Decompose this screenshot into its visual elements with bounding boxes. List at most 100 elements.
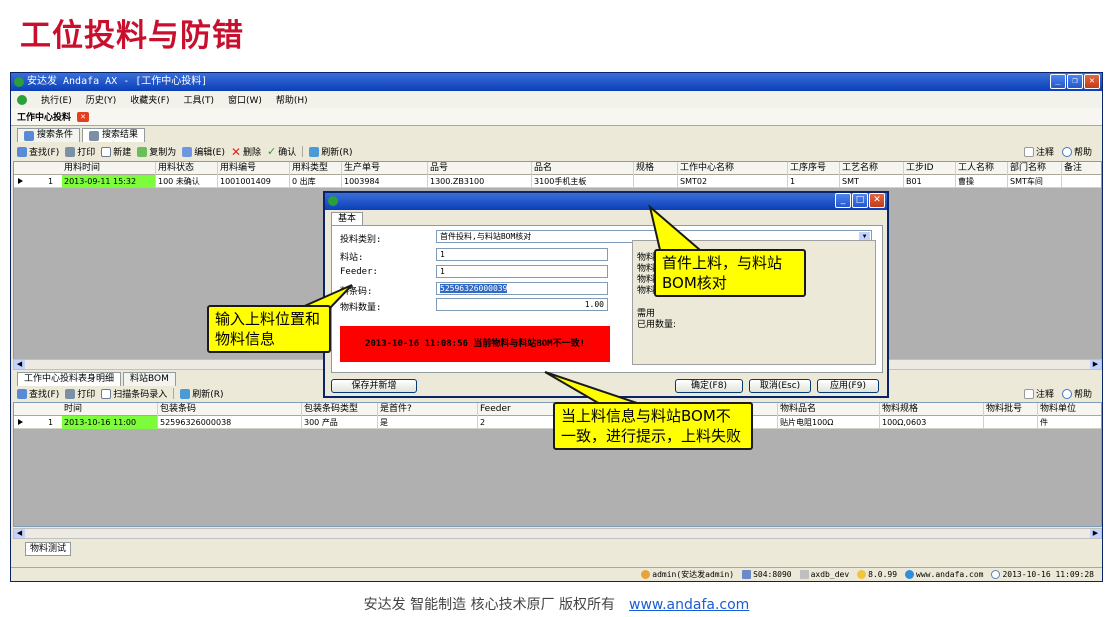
col-header[interactable]: 部门名称 [1008, 162, 1062, 175]
edit-button[interactable]: 编辑(E) [182, 145, 225, 158]
cell-time[interactable]: 2013-10-16 11:00 [62, 416, 158, 429]
menu-favorites[interactable]: 收藏夹(F) [130, 93, 169, 106]
apply-button[interactable]: 应用(F9) [817, 379, 879, 393]
refresh-button[interactable]: 刷新(R) [309, 145, 353, 158]
cell-op-seq[interactable]: 1 [788, 175, 840, 188]
col-header[interactable]: 工序序号 [788, 162, 840, 175]
cell-mat-unit[interactable]: 件 [1038, 416, 1101, 429]
col-header[interactable]: 是首件? [378, 403, 478, 416]
cell-worker[interactable]: 曹操 [956, 175, 1008, 188]
new-button[interactable]: 新建 [101, 145, 131, 158]
menu-help[interactable]: 帮助(H) [276, 93, 308, 106]
cell-code[interactable]: 1001001409 [218, 175, 290, 188]
tab-search-results[interactable]: 搜索结果 [82, 128, 146, 142]
document-tab[interactable]: 工作中心投料 [17, 110, 71, 123]
col-header[interactable]: 生产单号 [342, 162, 428, 175]
cell-wc-name[interactable]: SMT02 [678, 175, 788, 188]
cell-mat-name[interactable]: 贴片电阻100Ω [778, 416, 880, 429]
status-version: 8.0.99 [857, 570, 897, 579]
menu-tools[interactable]: 工具(T) [183, 93, 214, 106]
restore-icon[interactable]: ❐ [1067, 74, 1083, 89]
cancel-button[interactable]: 取消(Esc) [749, 379, 811, 393]
menu-history[interactable]: 历史(Y) [86, 93, 117, 106]
tab-basic[interactable]: 基本 [331, 212, 364, 225]
tab-material-test[interactable]: 物料测试 [25, 542, 72, 556]
cell-item-no[interactable]: 1300.ZB3100 [428, 175, 532, 188]
cell-first[interactable]: 是 [378, 416, 478, 429]
col-header[interactable]: 用料时间 [62, 162, 156, 175]
dialog-minimize-icon[interactable]: _ [835, 193, 851, 208]
print-button[interactable]: 打印 [65, 145, 95, 158]
barcode-input[interactable]: 52596326000039 [436, 282, 608, 295]
cell-craft[interactable]: SMT [840, 175, 904, 188]
col-header[interactable]: 用料类型 [290, 162, 342, 175]
document-tab-close-icon[interactable]: ✕ [77, 111, 90, 122]
feeder-input[interactable]: 1 [436, 265, 608, 278]
help-button[interactable]: 帮助 [1061, 145, 1092, 158]
col-header[interactable]: 物料品名 [778, 403, 880, 416]
detail-find-button[interactable]: 查找(F) [17, 387, 59, 400]
note-button[interactable]: 注释 [1023, 145, 1054, 158]
delete-button[interactable]: ✕ 删除 [231, 145, 261, 159]
menu-execute[interactable]: 执行(E) [41, 93, 72, 106]
col-header[interactable]: 物料批号 [984, 403, 1038, 416]
col-header[interactable]: 规格 [634, 162, 678, 175]
col-header[interactable]: 工作中心名称 [678, 162, 788, 175]
cell-mat-spec[interactable]: 100Ω,0603 [880, 416, 984, 429]
cell-step-id[interactable]: B01 [904, 175, 956, 188]
scroll-right-icon[interactable]: ▶ [1090, 360, 1101, 369]
dialog-close-icon[interactable]: ✕ [869, 193, 885, 208]
find-button[interactable]: 查找(F) [17, 145, 59, 158]
cell-barcode-type[interactable]: 300 产品 [302, 416, 378, 429]
ok-button[interactable]: 确定(F8) [675, 379, 743, 393]
cell-type[interactable]: 0 出库 [290, 175, 342, 188]
dialog-maximize-icon[interactable]: □ [852, 193, 868, 208]
confirm-button[interactable]: ✓ 确认 [267, 145, 296, 159]
copy-as-button[interactable]: 复制为 [137, 145, 176, 158]
cell-order[interactable]: 1003984 [342, 175, 428, 188]
save-and-new-button[interactable]: 保存并新增 [331, 379, 417, 393]
col-header[interactable]: 包装条码 [158, 403, 302, 416]
cell-time[interactable]: 2013-09-11 15:32 [62, 175, 156, 188]
detail-note-button[interactable]: 注释 [1023, 387, 1054, 400]
col-header[interactable]: 工步ID [904, 162, 956, 175]
clock-icon [991, 570, 1001, 579]
col-header[interactable]: 用料状态 [156, 162, 218, 175]
scroll-left-icon[interactable]: ◀ [14, 529, 25, 538]
menu-window[interactable]: 窗口(W) [228, 93, 262, 106]
station-input[interactable]: 1 [436, 248, 608, 261]
col-header[interactable]: 品名 [532, 162, 634, 175]
tab-search-conditions[interactable]: 搜索条件 [17, 128, 81, 142]
bottom-grid-hscrollbar[interactable]: ◀ ▶ [13, 528, 1102, 539]
col-header[interactable]: 备注 [1062, 162, 1101, 175]
col-header[interactable]: 用料编号 [218, 162, 290, 175]
col-header[interactable]: 物料规格 [880, 403, 984, 416]
cell-dept[interactable]: SMT车间 [1008, 175, 1062, 188]
cell-barcode[interactable]: 52596326000038 [158, 416, 302, 429]
printer-icon [65, 146, 76, 157]
cell-remark[interactable] [1062, 175, 1101, 188]
cell-mat-lot[interactable] [984, 416, 1038, 429]
footer-link[interactable]: www.andafa.com [629, 597, 749, 613]
cell-status[interactable]: 100 未确认 [156, 175, 218, 188]
scan-barcode-button[interactable]: 扫描条码录入 [101, 387, 167, 400]
detail-refresh-button[interactable]: 刷新(R) [180, 387, 224, 400]
col-header[interactable]: 工艺名称 [840, 162, 904, 175]
detail-help-button[interactable]: 帮助 [1061, 387, 1092, 400]
tab-detail[interactable]: 工作中心投料表身明细 [17, 372, 122, 386]
qty-input[interactable]: 1.00 [436, 298, 608, 311]
minimize-icon[interactable]: _ [1050, 74, 1066, 89]
col-header[interactable]: 包装条码类型 [302, 403, 378, 416]
scroll-left-icon[interactable]: ◀ [14, 360, 25, 369]
col-header[interactable]: 物料单位 [1038, 403, 1101, 416]
tab-station-bom[interactable]: 料站BOM [123, 372, 176, 386]
close-icon[interactable]: ✕ [1084, 74, 1100, 89]
detail-print-button[interactable]: 打印 [65, 387, 95, 400]
cell-item-name[interactable]: 3100手机主板 [532, 175, 634, 188]
scroll-right-icon[interactable]: ▶ [1090, 529, 1101, 538]
col-header[interactable]: 时间 [62, 403, 158, 416]
col-header[interactable]: 工人名称 [956, 162, 1008, 175]
table-row[interactable]: 1 2013-09-11 15:32 100 未确认 1001001409 0 … [14, 175, 1101, 188]
cell-spec[interactable] [634, 175, 678, 188]
col-header[interactable]: 品号 [428, 162, 532, 175]
